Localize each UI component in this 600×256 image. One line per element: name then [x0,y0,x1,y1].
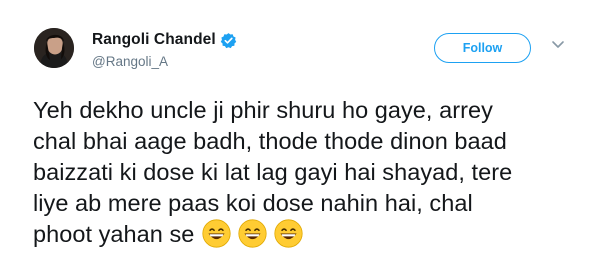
user-info: Rangoli Chandel @Rangoli_A [92,30,237,69]
tweet-text-line: Yeh dekho uncle ji phir shuru ho gaye, a… [33,97,493,123]
display-name-row: Rangoli Chandel [92,30,237,50]
tweet-text: Yeh dekho uncle ji phir shuru ho gaye, a… [33,95,593,250]
follow-button[interactable]: Follow [434,33,531,63]
grinning-face-icon [202,219,232,248]
tweet-text-line: baizzati ki dose ki lat lag gayi hai sha… [33,159,513,185]
emoji-row [202,219,310,248]
tweet-text-line: liye ab mere paas koi dose nahin hai, ch… [33,190,473,216]
tweet-card: Rangoli Chandel @Rangoli_A Follow Yeh de… [0,0,600,248]
tweet-text-line: chal bhai aage badh, thode thode dinon b… [33,128,507,154]
profile-photo-icon [34,28,74,68]
grinning-face-icon [274,219,304,248]
chevron-down-icon[interactable] [550,36,566,52]
avatar[interactable] [34,28,74,68]
grinning-face-icon [238,219,268,248]
user-handle[interactable]: @Rangoli_A [92,54,237,69]
display-name[interactable]: Rangoli Chandel [92,31,216,49]
tweet-text-line: phoot yahan se [33,221,195,247]
verified-badge-icon [220,32,237,49]
